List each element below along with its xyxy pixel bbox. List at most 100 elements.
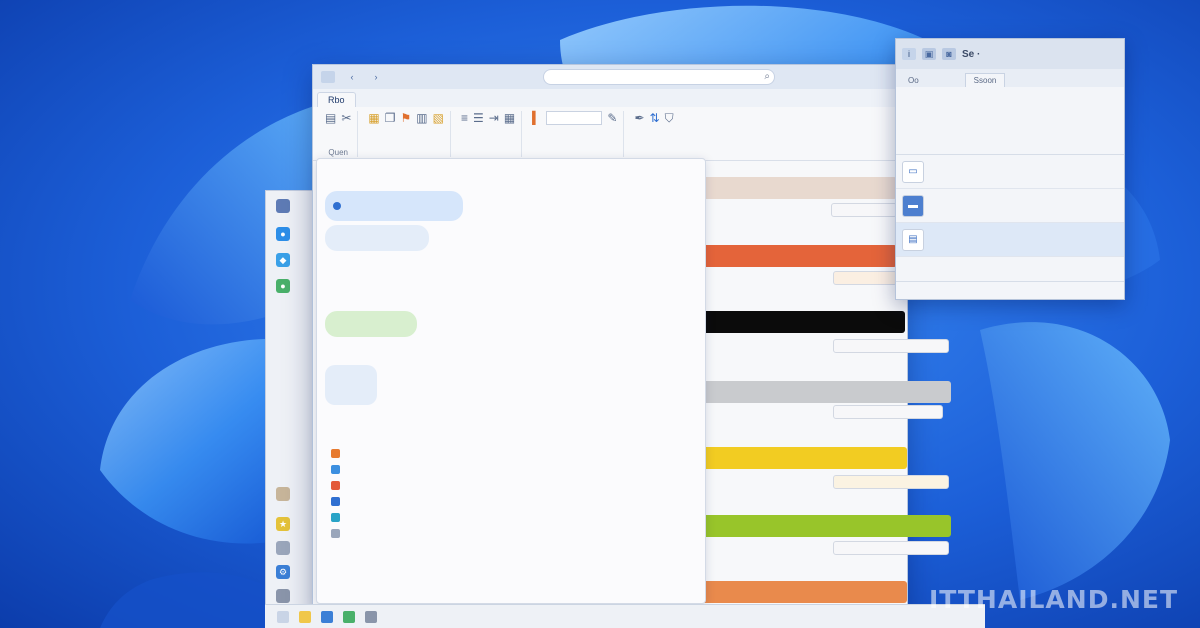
forward-icon[interactable]: › [369,71,383,83]
image-icon[interactable]: ▣ [922,48,936,60]
camera-icon[interactable]: ◙ [942,48,956,60]
paste-icon[interactable]: ▤ [325,111,336,125]
start-icon[interactable] [277,610,289,623]
brush-icon[interactable]: ✎ [607,111,617,125]
font-name-dropdown[interactable] [546,111,603,125]
file-row[interactable]: ▬ [896,189,1124,223]
taskbar [265,604,985,628]
ribbon-group-clipboard: ▤ ✂ Quen [319,111,359,157]
list-row-detail [833,475,949,489]
item-icon [331,513,340,522]
list-row-orange[interactable] [701,245,897,267]
tag-icon[interactable]: ▧ [433,111,444,125]
message-bubble[interactable] [325,191,463,221]
list-row-orange-2[interactable] [701,581,907,603]
filter-icon[interactable]: ⛉ [665,111,674,125]
item-icon [331,497,340,506]
app-logo-icon [321,71,335,83]
list-row-yellow[interactable] [701,447,907,469]
tab-view[interactable] [376,103,396,107]
file-row-selected[interactable]: ▤ [896,223,1124,257]
list-item[interactable] [331,449,346,458]
list-item[interactable] [331,497,346,506]
info-icon[interactable]: i [902,48,916,60]
tab-share[interactable]: Ssoon [964,73,1006,87]
chat-icon[interactable]: ◆ [276,253,290,267]
title-bar: i ▣ ◙ Se · [896,39,1124,69]
window-tabs: Oo Ssoon [896,69,1124,87]
copy-icon[interactable]: ❐ [385,111,396,125]
tab-insert[interactable] [356,103,376,107]
item-icon [331,481,340,490]
folder-icon: ▬ [902,194,924,217]
flag-icon[interactable]: ⚑ [401,111,412,125]
message-bubble[interactable] [325,225,429,251]
list-row-black[interactable] [701,311,905,333]
tab-file[interactable]: Oo [900,74,927,87]
tab-home[interactable]: Rbo [317,92,356,107]
home-icon[interactable]: ● [276,227,290,241]
align-icon[interactable]: ☰ [473,111,484,125]
list-row-tan[interactable] [701,177,897,199]
status-bar [896,281,1124,299]
title-bar: ‹ › ⌕ [313,65,907,89]
folder-icon[interactable]: ▦ [368,111,379,125]
folder-icon[interactable] [299,610,311,623]
list-icon[interactable]: ≡ [461,111,468,125]
image-icon: ▤ [902,228,924,251]
table-icon[interactable]: ▦ [504,111,515,125]
list-item[interactable] [331,513,346,522]
app-icon[interactable] [276,199,290,213]
list-row-detail [833,405,943,419]
list-row-green[interactable] [701,515,951,537]
ribbon-item[interactable] [1015,132,1118,148]
list-row-detail [833,541,949,555]
folder-icon[interactable] [276,487,290,501]
message-bubble[interactable] [325,365,377,405]
back-icon[interactable]: ‹ [345,71,359,83]
list-row-detail [833,339,949,353]
left-side-app-window: ● ◆ ● ★ ⚙ [265,190,317,626]
ribbon-toolbar: ▤ ✂ Quen ▦ ❐ ⚑ ▥ ▧ ≡ ☰ ⇥ ▦ ▍ ✎ ✒ ⇅ ⛉ [313,107,907,161]
tab-help[interactable] [396,103,416,107]
item-icon [331,529,340,538]
watermark-text: ITTHAILAND.NET [928,585,1178,614]
ribbon-group-label: Quen [328,148,348,157]
ribbon-group-actions: ▦ ❐ ⚑ ▥ ▧ [362,111,451,157]
tab-edit[interactable] [929,83,945,87]
conversation-pane [316,158,706,604]
pen-icon[interactable]: ✒ [634,111,644,125]
settings-icon[interactable] [365,610,377,623]
list-row-gray[interactable] [701,381,951,403]
window-ribbon [896,87,1124,155]
file-row[interactable]: ▭ [896,155,1124,189]
chat-icon[interactable] [343,610,355,623]
ribbon-item[interactable] [902,93,1005,109]
message-bubble[interactable] [325,311,417,337]
floating-app-window: i ▣ ◙ Se · Oo Ssoon ▭ ▬ ▤ [895,38,1125,300]
settings-icon[interactable]: ⚙ [276,565,290,579]
star-icon[interactable]: ★ [276,517,290,531]
ribbon-tabs: Rbo [313,89,907,107]
list-row-detail [831,203,897,217]
sort-icon[interactable]: ⇅ [650,111,660,125]
people-icon[interactable]: ● [276,279,290,293]
grid-icon[interactable]: ▥ [416,111,427,125]
indent-icon[interactable]: ⇥ [489,111,499,125]
document-icon[interactable] [276,541,290,555]
ribbon-item[interactable] [1015,113,1118,129]
more-icon[interactable] [276,589,290,603]
list-item[interactable] [331,465,346,474]
ribbon-item[interactable] [902,132,1005,148]
mail-icon[interactable] [321,610,333,623]
list-item[interactable] [331,529,346,538]
search-icon: ⌕ [764,71,770,82]
avatar [333,202,341,210]
cut-icon[interactable]: ✂ [341,111,351,125]
highlight-icon[interactable]: ▍ [532,111,541,125]
tab-view[interactable] [947,83,963,87]
search-input[interactable]: ⌕ [543,69,775,85]
ribbon-item[interactable] [1015,93,1118,109]
ribbon-item[interactable] [902,113,1005,129]
list-item[interactable] [331,481,346,490]
